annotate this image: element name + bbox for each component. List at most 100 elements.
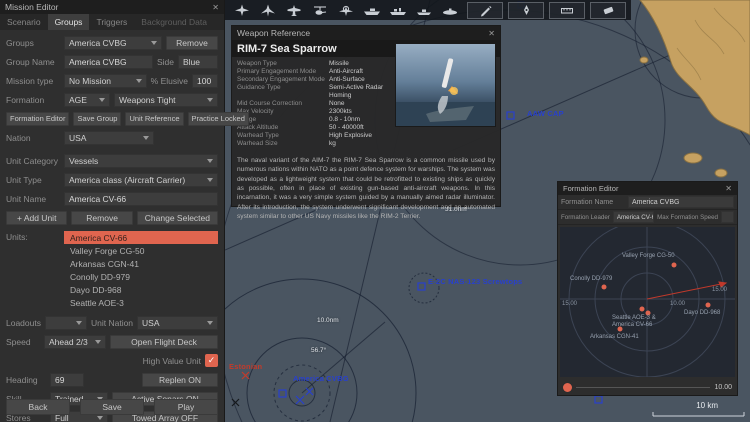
submarine-icon[interactable]	[438, 2, 462, 19]
mission-editor-panel: Mission Editor ✕ Scenario Groups Trigger…	[0, 0, 249, 422]
loadouts-dropdown[interactable]	[44, 315, 87, 330]
map-label-america-cvbg[interactable]: America CVBG	[293, 374, 349, 383]
speed-label: Speed	[6, 336, 31, 347]
unit-list-item[interactable]: America CV-66	[64, 231, 218, 244]
close-icon[interactable]: ✕	[488, 29, 495, 38]
formation-plot[interactable]: Valley Forge CG-50 Conolly DD-979 Seattl…	[560, 227, 735, 377]
group-name-label: Group Name	[6, 56, 55, 67]
practice-locked-button[interactable]: Practice Locked	[187, 111, 249, 126]
chevron-down-icon	[207, 320, 213, 325]
elusive-input[interactable]: 100	[192, 73, 218, 88]
ruler-icon[interactable]	[549, 1, 585, 19]
map-label-aaw-cap[interactable]: AAW CAP	[527, 109, 564, 118]
max-formation-speed-input[interactable]	[721, 211, 734, 223]
eraser-icon[interactable]	[590, 1, 626, 19]
side-dropdown[interactable]: Blue	[178, 54, 218, 69]
unit-type-dropdown[interactable]: America class (Aircraft Carrier)	[64, 172, 218, 187]
unit-category-dropdown[interactable]: Vessels	[64, 153, 218, 168]
elusive-label: % Elusive	[150, 75, 188, 86]
awacs-icon[interactable]	[334, 2, 358, 19]
unit-list-item[interactable]: Valley Forge CG-50	[64, 244, 218, 257]
formation-editor-button[interactable]: Formation Editor	[6, 111, 70, 126]
unit-name-input[interactable]: America CV-66	[64, 191, 218, 206]
plot-axis-label-right: 15.00	[712, 287, 728, 293]
close-icon[interactable]: ✕	[212, 3, 219, 12]
replen-toggle-button[interactable]: Replen ON	[142, 372, 218, 387]
estonian-x-mark	[241, 371, 250, 380]
back-button[interactable]: Back	[6, 399, 70, 415]
side-label: Side	[156, 56, 174, 67]
unit-list-item[interactable]: Dayo DD-968	[64, 283, 218, 296]
unit-list-item[interactable]: Seattle AOE-3	[64, 296, 218, 309]
slider-knob[interactable]	[563, 382, 572, 392]
fighter-icon[interactable]	[230, 2, 254, 19]
group-name-input[interactable]: America CVBG	[64, 54, 153, 69]
carrier-marker	[278, 389, 287, 398]
tab-groups[interactable]: Groups	[47, 14, 90, 30]
pencil-icon[interactable]	[467, 1, 503, 19]
remove-group-button[interactable]: Remove	[166, 35, 218, 50]
formation-dot-seattle	[639, 306, 645, 312]
formation-leader-value[interactable]: America CV-66	[612, 211, 655, 223]
attack-aircraft-icon[interactable]	[282, 2, 306, 19]
map-label-e2c[interactable]: E-2C NAS-123 Screwtops	[428, 277, 522, 286]
max-formation-speed-label: Max Formation Speed	[657, 213, 718, 221]
formation-name-value[interactable]: America CVBG	[628, 196, 734, 208]
chevron-down-icon	[207, 97, 213, 102]
chevron-down-icon	[75, 320, 82, 325]
tab-triggers[interactable]: Triggers	[89, 14, 134, 30]
chevron-down-icon	[151, 40, 157, 45]
mission-type-dropdown[interactable]: No Mission	[64, 73, 147, 88]
destroyer-icon[interactable]	[412, 2, 436, 19]
remove-unit-button[interactable]: Remove	[71, 210, 133, 225]
groups-dropdown[interactable]: America CVBG	[64, 35, 162, 50]
nation-dropdown[interactable]: USA	[64, 130, 154, 145]
pen-icon[interactable]	[508, 1, 544, 19]
formation-label: Formation	[6, 94, 45, 105]
helicopter-icon[interactable]	[308, 2, 332, 19]
carrier-range-rings	[225, 272, 440, 422]
unit-reference-button[interactable]: Unit Reference	[125, 111, 184, 126]
formation-dot-dayo	[705, 302, 711, 308]
weapons-state-dropdown[interactable]: Weapons Tight	[114, 92, 218, 107]
tab-scenario[interactable]: Scenario	[0, 14, 48, 30]
e2c-marker	[417, 282, 426, 291]
mission-type-label: Mission type	[6, 75, 54, 86]
groups-label: Groups	[6, 37, 34, 48]
unit-category-label: Unit Category	[6, 155, 58, 166]
slider-track[interactable]	[576, 386, 711, 388]
high-value-unit-checkbox[interactable]	[205, 354, 218, 367]
chevron-down-icon	[95, 339, 101, 344]
escort-marker	[594, 395, 603, 404]
speed-dropdown[interactable]: Ahead 2/3	[44, 334, 106, 349]
open-flight-deck-button[interactable]: Open Flight Deck	[110, 334, 218, 349]
tab-background-data[interactable]: Background Data	[134, 14, 214, 30]
play-button[interactable]: Play	[154, 399, 218, 415]
jet-icon[interactable]	[256, 2, 280, 19]
formation-dropdown[interactable]: AGE	[64, 92, 110, 107]
formation-range-slider[interactable]: 10.00	[558, 379, 737, 395]
heading-input[interactable]: 69	[50, 372, 84, 387]
plot-label-arkansas: Arkansas CGN-41	[590, 334, 639, 340]
close-icon[interactable]: ✕	[725, 184, 732, 193]
unit-list-item[interactable]: Conolly DD-979	[64, 270, 218, 283]
panel-title: Mission Editor	[5, 2, 59, 12]
chevron-down-icon	[207, 158, 213, 163]
formation-editor-panel: Formation Editor ✕ Formation Name Americ…	[557, 181, 738, 396]
unit-nation-label: Unit Nation	[90, 317, 134, 328]
editor-tabs: Scenario Groups Triggers Background Data	[0, 14, 224, 30]
unit-list-item[interactable]: Arkansas CGN-41	[64, 257, 218, 270]
unit-nation-dropdown[interactable]: USA	[137, 315, 218, 330]
save-button[interactable]: Save	[80, 399, 144, 415]
carrier-icon[interactable]	[360, 2, 384, 19]
cruiser-icon[interactable]	[386, 2, 410, 19]
chevron-down-icon	[207, 177, 213, 182]
nation-label: Nation	[6, 132, 31, 143]
map-label-estonian[interactable]: Estonian	[229, 362, 262, 371]
save-group-button[interactable]: Save Group	[73, 111, 122, 126]
change-selected-button[interactable]: Change Selected	[136, 210, 218, 225]
neutral-markers[interactable]	[231, 371, 250, 407]
add-unit-button[interactable]: + Add Unit	[6, 210, 68, 225]
formation-dot-valley-forge	[671, 262, 677, 268]
high-value-unit-label: High Value Unit	[142, 355, 201, 366]
